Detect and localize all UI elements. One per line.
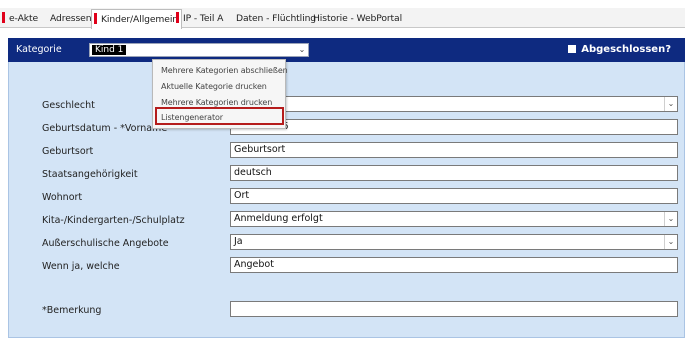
wenn-ja-welche-field[interactable]: Angebot: [230, 257, 678, 273]
label-geburtsort: Geburtsort: [42, 146, 94, 157]
tab-ip-teil-a[interactable]: IP - Teil A: [176, 11, 223, 27]
category-select[interactable]: Kind 1 ⌄: [89, 43, 309, 57]
staatsangehoerigkeit-value: deutsch: [234, 167, 272, 178]
category-bar: Kategorie Kind 1 ⌄ Abgeschlossen?: [8, 38, 685, 62]
listengenerator-highlight: [155, 107, 284, 125]
wohnort-value: Ort: [234, 190, 250, 201]
tab-e-akte[interactable]: e-Akte: [2, 11, 38, 27]
menu-item-aktuelle-kategorie-drucken[interactable]: Aktuelle Kategorie drucken: [161, 82, 267, 91]
geschlecht-select[interactable]: ⌄: [230, 96, 678, 112]
tab-marker: [94, 13, 97, 24]
bemerkung-field[interactable]: [230, 301, 678, 317]
label-ausserschulisch: Außerschulische Angebote: [42, 238, 169, 249]
label-wohnort: Wohnort: [42, 192, 83, 203]
label-kita: Kita-/Kindergarten-/Schulplatz: [42, 215, 185, 226]
category-label: Kategorie: [16, 44, 62, 55]
category-selected-value: Kind 1: [92, 45, 127, 55]
menu-item-kategorien-abschliessen[interactable]: Mehrere Kategorien abschließen: [161, 66, 288, 75]
tab-daten-fluechtling[interactable]: Daten - Flüchtling: [236, 11, 316, 27]
label-wenn-ja-welche: Wenn ja, welche: [42, 261, 120, 272]
tab-marker: [2, 12, 5, 23]
tab-strip: e-Akte Adressen Kinder/Allgemein IP - Te…: [0, 8, 685, 29]
kita-select[interactable]: Anmeldung erfolgt ⌄: [230, 211, 678, 227]
tab-label: Adressen: [50, 13, 92, 24]
menu-item-mehrere-kategorien-drucken[interactable]: Mehrere Kategorien drucken: [161, 98, 272, 107]
kita-value: Anmeldung erfolgt: [234, 213, 323, 224]
tab-label: Kinder/Allgemein: [101, 14, 179, 25]
wenn-ja-welche-value: Angebot: [234, 259, 274, 270]
geburtsort-field[interactable]: Geburtsort: [230, 142, 678, 158]
label-geburtsdatum: Geburtsdatum - *Vorname: [42, 123, 168, 134]
tab-label: e-Akte: [9, 13, 39, 24]
closed-label: Abgeschlossen?: [581, 44, 671, 55]
tab-kinder-allgemein[interactable]: Kinder/Allgemein: [91, 9, 183, 29]
form-panel: Geschlecht ⌄ Geburtsdatum - *Vorname 29.…: [8, 62, 685, 338]
closed-checkbox[interactable]: Abgeschlossen?: [568, 44, 671, 55]
label-geschlecht: Geschlecht: [42, 100, 95, 111]
chevron-down-icon[interactable]: ⌄: [664, 235, 677, 249]
ausserschulisch-select[interactable]: Ja ⌄: [230, 234, 678, 250]
ausserschulisch-value: Ja: [234, 236, 243, 247]
tab-label: Daten - Flüchtling: [236, 13, 317, 24]
tab-marker: [176, 12, 179, 23]
chevron-down-icon[interactable]: ⌄: [297, 45, 307, 55]
geburtsdatum-field[interactable]: 29.08.2016: [230, 119, 678, 135]
wohnort-field[interactable]: Ort: [230, 188, 678, 204]
tab-adressen[interactable]: Adressen: [50, 11, 92, 27]
chevron-down-icon[interactable]: ⌄: [664, 97, 677, 111]
tab-label: Historie - WebPortal: [313, 13, 403, 24]
checkbox-icon[interactable]: [568, 45, 577, 53]
tab-historie-webportal[interactable]: Historie - WebPortal: [313, 11, 402, 27]
geburtsort-value: Geburtsort: [234, 144, 286, 155]
tab-label: IP - Teil A: [183, 13, 224, 24]
label-bemerkung: *Bemerkung: [42, 305, 102, 316]
label-staatsangehoerigkeit: Staatsangehörigkeit: [42, 169, 138, 180]
staatsangehoerigkeit-field[interactable]: deutsch: [230, 165, 678, 181]
chevron-down-icon[interactable]: ⌄: [664, 212, 677, 226]
